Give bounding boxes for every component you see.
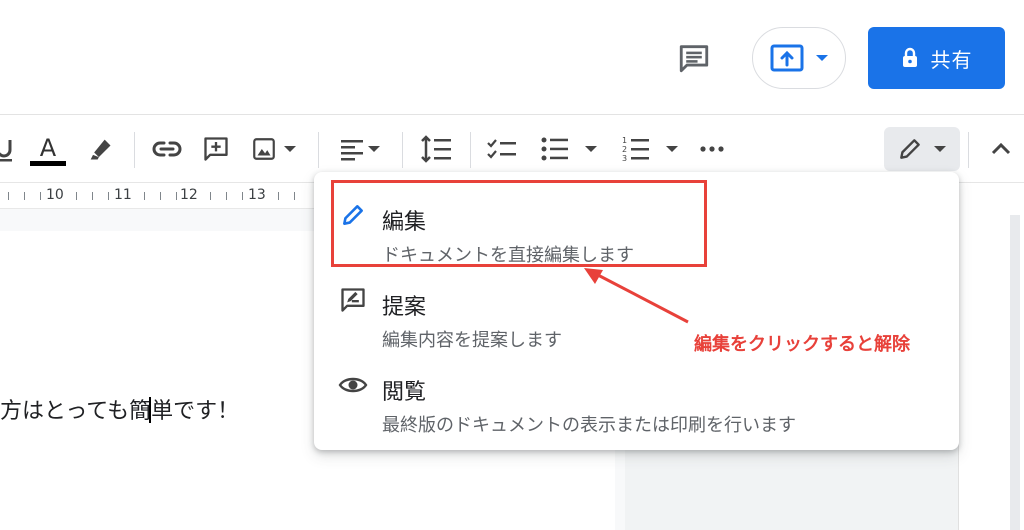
ruler-tick bbox=[92, 192, 93, 200]
comment-history-button[interactable] bbox=[671, 38, 717, 78]
scrollbar[interactable] bbox=[1010, 215, 1020, 530]
svg-text:A: A bbox=[40, 134, 57, 162]
underline-button[interactable] bbox=[0, 115, 14, 183]
eye-icon bbox=[338, 377, 368, 393]
collapse-toolbar-button[interactable] bbox=[986, 115, 1016, 183]
toolbar-divider bbox=[968, 132, 969, 168]
ruler-number: 12 bbox=[180, 187, 198, 203]
ruler-tick bbox=[226, 192, 227, 200]
chevron-down-icon bbox=[585, 146, 597, 152]
toolbar-divider bbox=[318, 132, 319, 168]
share-label: 共有 bbox=[930, 47, 973, 72]
line-spacing-icon bbox=[421, 135, 451, 163]
insert-image-icon bbox=[253, 138, 275, 160]
svg-text:3: 3 bbox=[622, 154, 627, 163]
ruler-tick bbox=[24, 192, 25, 200]
annotation-highlight-box bbox=[331, 180, 707, 267]
link-icon bbox=[152, 141, 182, 157]
numbered-list-icon: 1 2 3 bbox=[622, 136, 649, 163]
svg-text:2: 2 bbox=[622, 145, 627, 154]
chevron-down-icon bbox=[666, 146, 678, 152]
document-text[interactable]: 方はとっても簡単です！ bbox=[0, 393, 239, 425]
ruler-tick bbox=[160, 192, 161, 200]
ruler-tick bbox=[40, 192, 41, 200]
highlight-icon bbox=[90, 139, 111, 160]
insert-link-button[interactable] bbox=[148, 115, 186, 183]
suggest-icon-wrap bbox=[338, 285, 368, 315]
ruler-tick bbox=[294, 192, 295, 200]
chevron-down-icon bbox=[284, 146, 296, 152]
menu-item-subtitle: 編集内容を提案します bbox=[382, 330, 562, 351]
menu-item-title: 提案 bbox=[382, 295, 427, 320]
menu-item-title: 閲覧 bbox=[382, 380, 427, 405]
editing-mode-button[interactable] bbox=[884, 127, 960, 171]
ruler-number: 10 bbox=[46, 187, 64, 203]
ruler-tick bbox=[8, 192, 9, 200]
present-upload-icon bbox=[770, 44, 804, 72]
add-comment-button[interactable] bbox=[198, 115, 234, 183]
ruler-number: 13 bbox=[248, 187, 266, 203]
suggest-edit-icon bbox=[341, 288, 365, 312]
toolbar-divider bbox=[134, 132, 135, 168]
ruler-tick bbox=[278, 192, 279, 200]
annotation-text: 編集をクリックすると解除 bbox=[694, 334, 910, 355]
underline-icon bbox=[0, 140, 12, 162]
ruler-tick bbox=[176, 192, 177, 200]
eye-icon-wrap bbox=[338, 370, 368, 400]
menu-item-viewing[interactable]: 閲覧 最終版のドキュメントの表示または印刷を行います bbox=[314, 352, 959, 437]
text-before-caret: 方はとっても簡 bbox=[0, 399, 152, 424]
ruler-tick bbox=[108, 192, 109, 200]
bulleted-list-icon bbox=[541, 137, 568, 161]
ruler-tick bbox=[210, 192, 211, 200]
collapse-icon bbox=[991, 142, 1011, 155]
highlight-color-button[interactable] bbox=[82, 115, 118, 183]
checklist-icon bbox=[487, 139, 516, 159]
chevron-down-icon bbox=[934, 146, 946, 152]
align-icon bbox=[341, 140, 363, 161]
lock-icon bbox=[902, 47, 917, 67]
insert-image-button[interactable] bbox=[246, 115, 302, 183]
annotation-arrow-icon bbox=[584, 268, 689, 324]
menu-item-subtitle: 最終版のドキュメントの表示または印刷を行います bbox=[382, 415, 796, 436]
comment-icon bbox=[679, 45, 709, 73]
top-bar: 共有 bbox=[0, 0, 1024, 115]
present-button[interactable] bbox=[752, 27, 846, 89]
ruler-tick bbox=[144, 192, 145, 200]
text-color-button[interactable]: A bbox=[26, 115, 70, 183]
svg-text:1: 1 bbox=[622, 136, 627, 145]
ruler-tick bbox=[76, 192, 77, 200]
toolbar-divider bbox=[470, 132, 471, 168]
editing-mode-pencil-icon bbox=[900, 139, 920, 159]
ruler-tick bbox=[242, 192, 243, 200]
text-color-icon: A bbox=[30, 134, 66, 166]
text-after-caret: 単です！ bbox=[151, 399, 240, 424]
ruler-number: 11 bbox=[114, 187, 132, 203]
more-icon bbox=[700, 146, 724, 152]
chevron-down-icon bbox=[816, 55, 828, 61]
chevron-down-icon bbox=[368, 146, 380, 152]
add-comment-icon bbox=[204, 137, 228, 161]
toolbar-divider bbox=[402, 132, 403, 168]
share-button[interactable]: 共有 bbox=[868, 27, 1005, 89]
